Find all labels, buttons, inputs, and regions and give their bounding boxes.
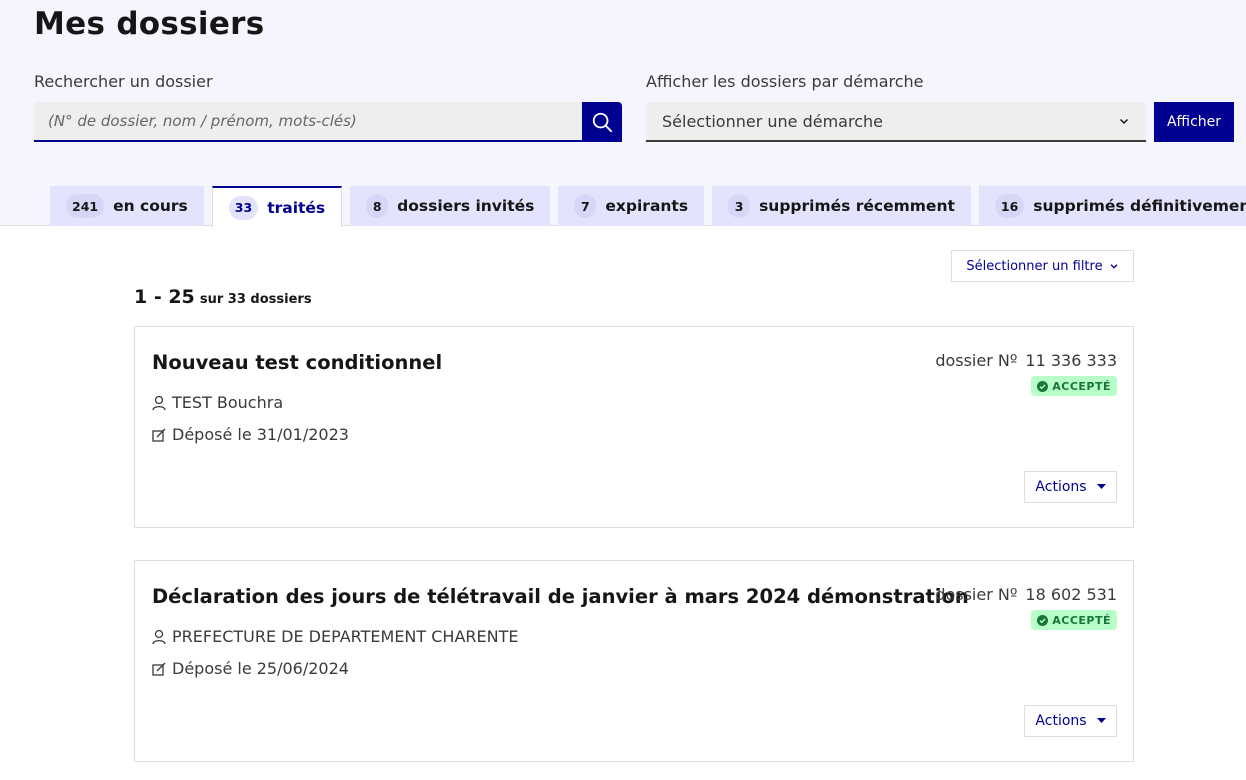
dossier-tabs: 241 en cours 33 traités 8 dossiers invit… xyxy=(50,186,1246,227)
dossier-owner: PREFECTURE DE DEPARTEMENT CHARENTE xyxy=(152,627,518,646)
tab-label: en cours xyxy=(113,197,188,215)
caret-down-icon xyxy=(1096,718,1106,723)
pagination-range: 1 - 25 xyxy=(134,286,195,308)
chevron-down-icon xyxy=(1110,264,1117,269)
dossier-deposit: Déposé le 25/06/2024 xyxy=(152,659,349,678)
status-badge-label: ACCEPTÉ xyxy=(1052,613,1111,627)
dossier-number-value: 11 336 333 xyxy=(1025,351,1117,370)
search-input[interactable] xyxy=(34,102,582,142)
status-badge: ACCEPTÉ xyxy=(1031,376,1117,396)
filter-select-button[interactable]: Sélectionner un filtre xyxy=(951,250,1134,282)
status-badge: ACCEPTÉ xyxy=(1031,610,1117,630)
show-procedure-button[interactable]: Afficher xyxy=(1154,102,1234,142)
check-circle-icon xyxy=(1037,380,1049,392)
tab-label: dossiers invités xyxy=(397,197,535,215)
tab-expirants[interactable]: 7 expirants xyxy=(558,186,705,226)
tab-count: 16 xyxy=(994,194,1025,218)
dossier-deposit-date: Déposé le 25/06/2024 xyxy=(172,659,349,678)
search-label: Rechercher un dossier xyxy=(34,72,213,91)
dossier-owner: TEST Bouchra xyxy=(152,393,283,412)
tab-label: supprimés définitivement xyxy=(1033,197,1246,215)
tab-supprimes-recemment[interactable]: 3 supprimés récemment xyxy=(712,186,971,226)
dossier-owner-name: TEST Bouchra xyxy=(172,393,284,412)
header-zone: Mes dossiers Rechercher un dossier Affic… xyxy=(0,0,1246,227)
dossier-card[interactable]: Déclaration des jours de télétravail de … xyxy=(134,560,1134,762)
actions-label: Actions xyxy=(1035,713,1087,729)
page-title: Mes dossiers xyxy=(34,6,265,42)
dossier-number-value: 18 602 531 xyxy=(1025,585,1117,604)
procedure-select[interactable]: Sélectionner une démarche xyxy=(646,102,1146,142)
pagination-summary: 1 - 25 sur 33 dossiers xyxy=(134,286,312,308)
tab-supprimes-definitivement[interactable]: 16 supprimés définitivement xyxy=(978,186,1246,226)
status-badge-label: ACCEPTÉ xyxy=(1052,379,1111,393)
dossier-number-label: dossier Nº xyxy=(935,351,1018,370)
tab-en-cours[interactable]: 241 en cours xyxy=(50,186,204,226)
edit-box-icon xyxy=(152,428,166,442)
tab-count: 3 xyxy=(728,194,751,218)
dossier-card[interactable]: Nouveau test conditionnel TEST Bouchra D… xyxy=(134,326,1134,528)
search-icon xyxy=(592,112,613,133)
tab-count: 8 xyxy=(366,194,389,218)
tab-traites[interactable]: 33 traités xyxy=(211,186,343,227)
edit-box-icon xyxy=(152,662,166,676)
actions-button[interactable]: Actions xyxy=(1024,471,1117,503)
dossier-deposit-date: Déposé le 31/01/2023 xyxy=(172,425,349,444)
pagination-total: sur 33 dossiers xyxy=(199,292,312,307)
tab-label: expirants xyxy=(605,197,689,215)
procedure-select-value: Sélectionner une démarche xyxy=(662,111,883,131)
dossier-number: dossier Nº 11 336 333 xyxy=(935,351,1117,370)
procedure-label: Afficher les dossiers par démarche xyxy=(646,72,924,91)
search-button[interactable] xyxy=(582,102,622,142)
chevron-down-icon xyxy=(1119,118,1129,125)
actions-button[interactable]: Actions xyxy=(1024,705,1117,737)
dossier-owner-name: PREFECTURE DE DEPARTEMENT CHARENTE xyxy=(172,627,519,646)
dossier-number-label: dossier Nº xyxy=(935,585,1018,604)
dossier-title[interactable]: Nouveau test conditionnel xyxy=(152,351,442,374)
tab-label: traités xyxy=(267,198,326,217)
dossier-number: dossier Nº 18 602 531 xyxy=(935,585,1117,604)
dossier-title[interactable]: Déclaration des jours de télétravail de … xyxy=(152,585,969,608)
tab-count: 7 xyxy=(574,194,597,218)
tab-label: supprimés récemment xyxy=(759,197,955,215)
dossier-deposit: Déposé le 31/01/2023 xyxy=(152,425,349,444)
tab-count: 33 xyxy=(228,195,259,220)
actions-label: Actions xyxy=(1035,479,1087,495)
tab-count: 241 xyxy=(66,194,105,218)
user-icon xyxy=(152,629,166,644)
check-circle-icon xyxy=(1037,614,1049,626)
tab-dossiers-invites[interactable]: 8 dossiers invités xyxy=(350,186,551,226)
filter-label: Sélectionner un filtre xyxy=(966,258,1103,274)
user-icon xyxy=(152,395,166,410)
caret-down-icon xyxy=(1096,484,1106,489)
